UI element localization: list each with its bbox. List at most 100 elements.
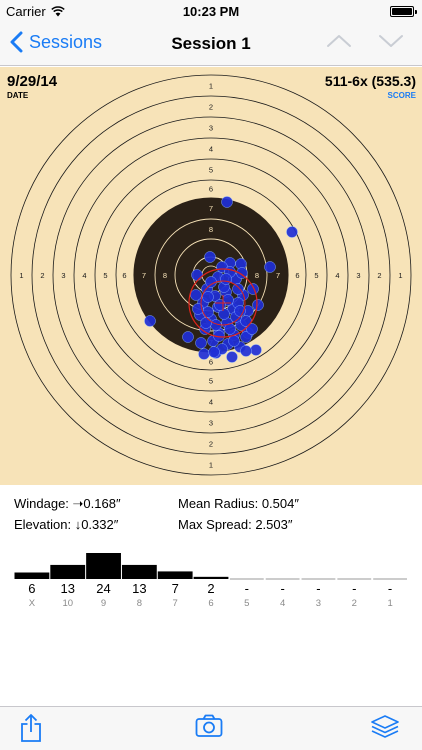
ring-label-4-left: 4 (82, 271, 86, 280)
ring-label-6-bottom: 6 (209, 358, 213, 367)
histogram-bar-6 (193, 576, 229, 579)
ring-label-8-top: 8 (209, 225, 213, 234)
page-title: Session 1 (171, 34, 251, 53)
ring-label-1-bottom: 1 (209, 461, 213, 470)
target-rings (10, 74, 412, 476)
ring-label-3-right: 3 (356, 271, 360, 280)
shot-56 (232, 283, 244, 295)
navigation-bar: Sessions Session 1 (0, 24, 422, 66)
ring-label-6-right: 6 (295, 271, 299, 280)
histogram-label-9: 9 (101, 598, 106, 609)
shot-41 (202, 306, 214, 318)
previous-session-button[interactable] (326, 33, 352, 54)
shot-62 (228, 335, 240, 347)
ring-label-7-right: 7 (276, 271, 280, 280)
histogram-count-9: 24 (96, 581, 110, 596)
shot-2 (286, 226, 298, 238)
histogram-count-8: 13 (132, 581, 146, 596)
histogram-bar-9 (86, 553, 121, 579)
histogram-count-3: - (316, 581, 320, 596)
share-icon (21, 714, 41, 742)
ring-label-4-top: 4 (209, 145, 213, 154)
camera-button[interactable] (195, 713, 223, 744)
ring-label-1-top: 1 (209, 82, 213, 91)
histogram-count-7: 7 (172, 581, 179, 596)
histogram-label-6: 6 (208, 598, 213, 609)
status-bar: Carrier 10:23 PM (0, 0, 422, 24)
ring-label-5-top: 5 (209, 166, 213, 175)
shot-36 (226, 351, 238, 363)
shot-49 (205, 276, 217, 288)
histogram-bar-8 (121, 564, 157, 579)
shot-4 (250, 344, 262, 356)
histogram-count-6: 2 (207, 581, 214, 596)
ring-label-4-bottom: 4 (209, 398, 213, 407)
histogram-count-1: - (388, 581, 392, 596)
bottom-toolbar (0, 706, 422, 750)
group-stats: Windage: ➝0.168″ Elevation: ↓0.332″ Mean… (0, 490, 422, 540)
ring-label-2-right: 2 (377, 271, 381, 280)
histogram-label-X: X (29, 598, 36, 609)
shot-33 (247, 283, 259, 295)
ring-label-2-left: 2 (40, 271, 44, 280)
histogram-label-2: 2 (352, 598, 357, 609)
shot-63 (202, 291, 214, 303)
histogram-svg: 6 X 13 10 24 9 13 8 7 7 2 6 - 5 - 4 - 3 - 2 - 1 (14, 553, 407, 609)
session-score: 511-6x (535.3) (324, 73, 416, 89)
target-svg: 11112222333344445555666677778888 (10, 74, 412, 476)
histogram-count-X: 6 (28, 581, 35, 596)
ring-label-8-right: 8 (255, 271, 259, 280)
shot-38 (252, 299, 264, 311)
histogram-bar-X (14, 572, 50, 579)
histogram-bar-10 (50, 564, 86, 579)
shot-11 (191, 269, 203, 281)
ring-label-6-left: 6 (122, 271, 126, 280)
histogram-bar-7 (157, 571, 193, 579)
score-histogram: 6 X 13 10 24 9 13 8 7 7 2 6 - 5 - 4 - 3 - 2 - 1 (0, 540, 422, 615)
next-session-button[interactable] (378, 33, 404, 54)
ring-label-4-right: 4 (335, 271, 339, 280)
target-view[interactable]: 11112222333344445555666677778888 9/29/14… (0, 67, 422, 485)
battery-icon (390, 6, 417, 17)
max-spread-stat: Max Spread: 2.503″ (178, 517, 293, 532)
layers-icon (371, 715, 399, 738)
ring-label-5-right: 5 (314, 271, 318, 280)
shot-37 (182, 331, 194, 343)
ring-label-7-left: 7 (142, 271, 146, 280)
histogram-label-5: 5 (244, 598, 249, 609)
histogram-label-4: 4 (280, 598, 285, 609)
histogram-count-5: - (245, 581, 249, 596)
chevron-down-icon (379, 35, 403, 47)
shot-61 (214, 299, 226, 311)
shot-60 (240, 345, 252, 357)
ring-label-5-left: 5 (103, 271, 107, 280)
ring-label-3-bottom: 3 (209, 419, 213, 428)
ring-label-5-bottom: 5 (209, 377, 213, 386)
ring-label-7-top: 7 (209, 204, 213, 213)
histogram-count-4: - (280, 581, 284, 596)
layers-button[interactable] (370, 713, 400, 746)
share-button[interactable] (20, 713, 42, 748)
ring-label-1-left: 1 (19, 271, 23, 280)
histogram-label-10: 10 (62, 598, 73, 609)
ring-label-3-left: 3 (61, 271, 65, 280)
ring-label-8-left: 8 (163, 271, 167, 280)
mean-radius-stat: Mean Radius: 0.504″ (178, 496, 299, 511)
session-date-label: DATE (7, 91, 29, 100)
ring-label-3-top: 3 (209, 124, 213, 133)
windage-stat: Windage: ➝0.168″ (14, 496, 121, 511)
shot-54 (200, 317, 212, 329)
histogram-label-8: 8 (137, 598, 142, 609)
histogram-label-3: 3 (316, 598, 321, 609)
shot-9 (204, 251, 216, 263)
histogram-label-7: 7 (173, 598, 178, 609)
shot-7 (264, 261, 276, 273)
black-bull (133, 197, 289, 353)
shot-5 (198, 348, 210, 360)
histogram-count-2: - (352, 581, 356, 596)
histogram-count-10: 13 (60, 581, 74, 596)
shot-57 (208, 346, 220, 358)
shot-64 (220, 273, 232, 285)
camera-icon (195, 714, 223, 737)
status-time: 10:23 PM (182, 4, 240, 19)
